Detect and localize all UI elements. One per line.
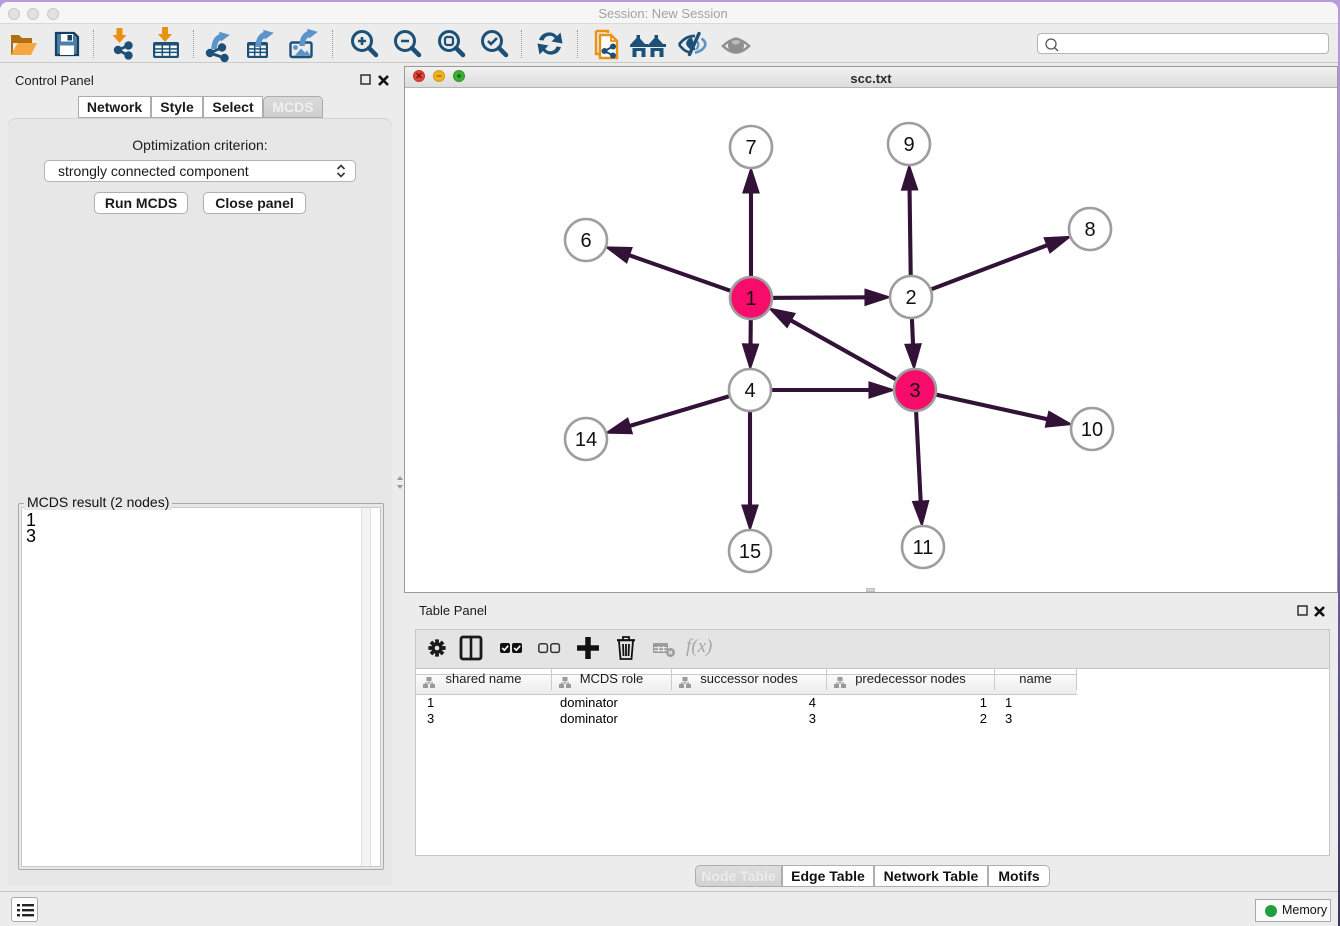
svg-text:15: 15	[739, 541, 761, 563]
svg-text:7: 7	[745, 137, 756, 159]
svg-text:2: 2	[905, 287, 916, 309]
svg-text:10: 10	[1081, 419, 1103, 441]
svg-text:8: 8	[1084, 219, 1095, 241]
svg-text:6: 6	[580, 230, 591, 252]
svg-text:11: 11	[913, 537, 934, 559]
svg-text:3: 3	[909, 380, 920, 402]
svg-text:4: 4	[744, 380, 755, 402]
svg-text:9: 9	[903, 134, 914, 156]
svg-text:14: 14	[575, 429, 597, 451]
svg-text:1: 1	[745, 288, 756, 310]
